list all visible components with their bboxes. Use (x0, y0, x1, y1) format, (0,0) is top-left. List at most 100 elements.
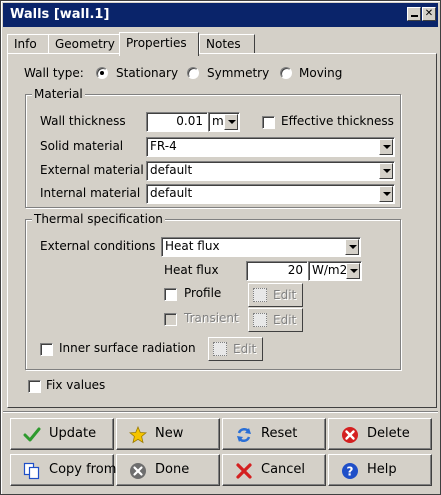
wall-type-label: Wall type: (24, 66, 84, 80)
checkmark-icon (23, 427, 41, 442)
edit-icon (253, 313, 267, 327)
heat-flux-input[interactable]: 20 (246, 261, 308, 281)
refresh-icon (237, 427, 251, 443)
external-material-label: External material (40, 163, 144, 177)
wall-thickness-unit: m (212, 114, 224, 128)
fix-values-label[interactable]: Fix values (46, 378, 105, 392)
help-button-label: Help (367, 462, 397, 477)
inner-radiation-edit-button[interactable]: Edit (208, 337, 263, 361)
done-icon (130, 463, 146, 479)
material-group-title: Material (32, 87, 85, 101)
thermal-group-title: Thermal specification (32, 212, 165, 226)
solid-material-select[interactable]: FR-4 (146, 137, 395, 157)
radio-selected-dot (100, 71, 104, 75)
tab-geometry-label: Geometry (55, 37, 115, 51)
title-bar[interactable]: Walls [wall.1] ✕ (3, 3, 438, 27)
wall-type-symmetry-label[interactable]: Symmetry (207, 66, 269, 80)
help-button[interactable]: ? Help (328, 454, 432, 486)
copy-from-button-label: Copy from (49, 462, 117, 477)
delete-button-label: Delete (367, 426, 410, 441)
update-button-label: Update (49, 426, 97, 441)
cancel-icon (236, 463, 252, 479)
close-button[interactable]: ✕ (422, 7, 436, 21)
delete-icon (342, 427, 358, 443)
heat-flux-unit: W/m2 (312, 263, 348, 277)
close-icon: ✕ (424, 8, 434, 19)
update-button[interactable]: Update (10, 418, 114, 450)
tab-notes-label: Notes (206, 37, 241, 51)
heat-flux-unit-select[interactable]: W/m2 (308, 261, 362, 281)
tab-properties[interactable]: Properties (119, 32, 199, 56)
chevron-down-icon[interactable] (379, 163, 393, 179)
tab-geometry[interactable]: Geometry (48, 34, 120, 54)
heat-flux-label: Heat flux (164, 263, 219, 277)
chevron-down-icon[interactable] (224, 114, 238, 130)
inner-surface-radiation-label[interactable]: Inner surface radiation (59, 341, 196, 355)
tab-info[interactable]: Info (7, 34, 49, 54)
help-icon: ? (342, 463, 358, 479)
heat-flux-value: 20 (287, 263, 303, 277)
wall-thickness-unit-select[interactable]: m (208, 112, 240, 132)
tab-notes[interactable]: Notes (199, 34, 255, 54)
svg-text:?: ? (347, 465, 354, 479)
tab-info-label: Info (14, 37, 37, 51)
wall-type-symmetry-radio[interactable] (187, 67, 199, 79)
effective-thickness-label[interactable]: Effective thickness (281, 114, 394, 128)
copy-from-button[interactable]: Copy from (10, 454, 117, 486)
minimize-button[interactable] (407, 7, 421, 21)
wall-type-stationary-radio[interactable] (96, 67, 108, 79)
chevron-down-icon[interactable] (345, 239, 359, 255)
solid-material-label: Solid material (40, 139, 124, 153)
walls-dialog: Walls [wall.1] ✕ Info Geometry Propertie… (0, 0, 441, 495)
chevron-down-icon[interactable] (379, 139, 393, 155)
new-button-label: New (155, 426, 184, 441)
inner-radiation-edit-label: Edit (233, 342, 257, 356)
inner-surface-radiation-checkbox[interactable] (40, 343, 53, 356)
transient-edit-button[interactable]: Edit (248, 308, 303, 332)
edit-icon (253, 288, 267, 302)
minimize-icon (411, 15, 418, 17)
transient-checkbox[interactable] (164, 313, 177, 326)
tab-properties-label: Properties (126, 36, 187, 50)
wall-thickness-label: Wall thickness (40, 114, 126, 128)
wall-type-moving-radio[interactable] (280, 67, 292, 79)
new-button[interactable]: New (116, 418, 220, 450)
internal-material-value: default (150, 186, 193, 200)
external-material-value: default (150, 163, 193, 177)
cancel-button[interactable]: Cancel (222, 454, 326, 486)
delete-button[interactable]: Delete (328, 418, 432, 450)
transient-edit-label: Edit (273, 313, 297, 327)
edit-icon (213, 342, 227, 356)
internal-material-label: Internal material (40, 186, 141, 200)
external-conditions-label: External conditions (40, 239, 156, 253)
reset-button[interactable]: Reset (222, 418, 326, 450)
properties-panel: Wall type: Stationary Symmetry Moving Ma… (7, 53, 437, 408)
chevron-down-icon[interactable] (379, 186, 393, 202)
done-button-label: Done (155, 462, 190, 477)
done-button[interactable]: Done (116, 454, 220, 486)
wall-thickness-value: 0.01 (176, 114, 203, 128)
external-material-select[interactable]: default (146, 161, 395, 181)
solid-material-value: FR-4 (150, 139, 177, 153)
star-icon (129, 426, 147, 444)
copy-icon (23, 462, 40, 480)
effective-thickness-checkbox[interactable] (262, 116, 275, 129)
profile-label[interactable]: Profile (184, 286, 221, 300)
profile-checkbox[interactable] (164, 288, 177, 301)
thermal-group: Thermal specification External condition… (25, 212, 401, 370)
reset-button-label: Reset (261, 426, 298, 441)
chevron-down-icon[interactable] (346, 263, 360, 279)
window-title: Walls [wall.1] (10, 7, 110, 22)
transient-label[interactable]: Transient (184, 311, 239, 325)
material-group: Material Wall thickness 0.01 m Effective… (25, 87, 401, 208)
wall-thickness-input[interactable]: 0.01 (146, 112, 208, 132)
cancel-button-label: Cancel (261, 462, 306, 477)
wall-type-stationary-label[interactable]: Stationary (116, 66, 178, 80)
wall-type-moving-label[interactable]: Moving (299, 66, 342, 80)
external-conditions-select[interactable]: Heat flux (161, 237, 361, 257)
profile-edit-button[interactable]: Edit (248, 283, 303, 307)
profile-edit-label: Edit (273, 288, 297, 302)
fix-values-checkbox[interactable] (28, 380, 41, 393)
internal-material-select[interactable]: default (146, 184, 395, 204)
external-conditions-value: Heat flux (165, 239, 220, 253)
